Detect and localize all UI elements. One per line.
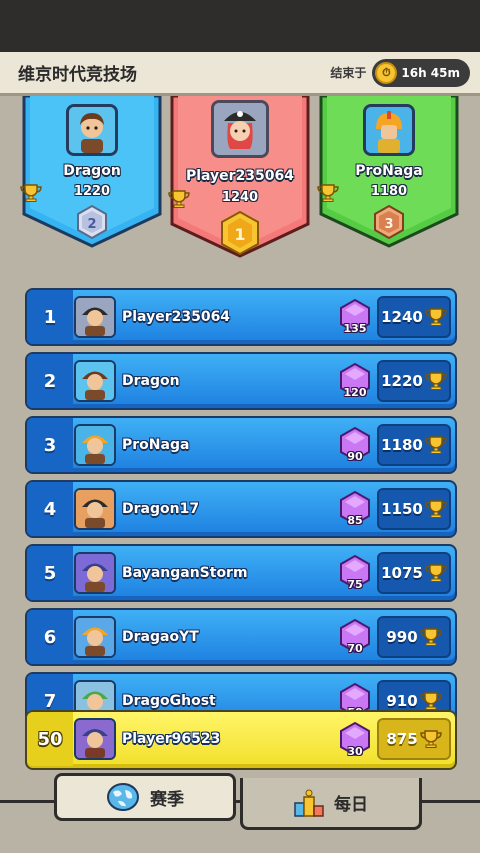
podium-third[interactable]: ProNaga 1180 3	[317, 96, 461, 256]
trophy-icon	[425, 564, 447, 582]
avatar	[74, 718, 116, 760]
trophy-icon	[425, 436, 447, 454]
row-score: 1240	[381, 308, 423, 326]
my-name: Player96523	[122, 731, 221, 747]
row-score: 990	[386, 628, 418, 646]
row-rank: 5	[43, 562, 57, 584]
avatar	[363, 104, 415, 156]
globe-icon	[107, 783, 139, 811]
row-gems: 85	[347, 514, 363, 527]
trophy-icon	[425, 308, 447, 326]
row-player-name: Dragon	[122, 373, 180, 389]
timer-label: 结束于	[330, 66, 367, 80]
rank-medal-silver: 2	[75, 204, 109, 242]
event-timer: 结束于 ⏱ 16h 45m	[330, 58, 470, 87]
timer-value: 16h 45m	[401, 65, 460, 80]
row-gems: 90	[347, 450, 363, 463]
row-score: 1075	[381, 564, 423, 582]
my-score: 875	[386, 730, 418, 748]
tab-daily-label: 每日	[334, 795, 368, 815]
podium-score-value: 1180	[370, 184, 408, 199]
trophy-icon	[20, 184, 42, 202]
avatar	[74, 552, 116, 594]
row-score-box: 1075	[377, 552, 451, 594]
page-title: 维京时代竞技场	[18, 65, 137, 85]
table-row[interactable]: 4 Dragon17 85 1150	[25, 480, 457, 538]
table-row[interactable]: 6 DragaoYT 70 990	[25, 608, 457, 666]
svg-text:2: 2	[87, 217, 96, 232]
tab-season-label: 赛季	[150, 789, 184, 810]
trophy-icon	[419, 628, 442, 646]
podium-second[interactable]: Dragon 1220 2	[20, 96, 164, 256]
row-score-box: 990	[377, 616, 451, 658]
trophy-icon	[317, 184, 339, 202]
podium-name: Player235064	[185, 168, 295, 184]
table-row[interactable]: 2 Dragon 120 1220	[25, 352, 457, 410]
podium-first[interactable]: Player235064 1240 1	[168, 96, 312, 266]
trophy-icon	[419, 692, 442, 710]
row-player-name: DragaoYT	[122, 629, 199, 645]
trophy-icon	[425, 372, 447, 390]
podium-score-value: 1240	[221, 190, 259, 205]
row-score-box: 1240	[377, 296, 451, 338]
svg-text:1: 1	[234, 225, 245, 244]
tab-daily[interactable]: 每日	[240, 778, 422, 830]
row-score-box: 1220	[377, 360, 451, 402]
podium-name: ProNaga	[355, 163, 423, 179]
row-score: 1150	[381, 500, 423, 518]
table-row[interactable]: 3 ProNaga 90 1180	[25, 416, 457, 474]
avatar	[66, 104, 118, 156]
podium-score: 1240	[168, 190, 312, 208]
row-player-name: BayanganStorm	[122, 565, 248, 581]
avatar	[74, 424, 116, 466]
row-player-name: Player235064	[122, 309, 231, 325]
row-rank: 4	[43, 498, 57, 520]
avatar	[74, 296, 116, 338]
tab-season[interactable]: 赛季	[54, 773, 236, 821]
row-player-name: ProNaga	[122, 437, 190, 453]
podium-score-value: 1220	[73, 184, 111, 199]
avatar	[74, 360, 116, 402]
trophy-icon	[425, 500, 447, 518]
header-bar: 维京时代竞技场 结束于 ⏱ 16h 45m	[0, 52, 480, 96]
my-rank-row[interactable]: 50 Player96523 30 875	[25, 710, 457, 770]
row-rank: 2	[43, 370, 57, 392]
my-rank: 50	[37, 728, 63, 750]
row-player-name: Dragon17	[122, 501, 200, 517]
podium-icon	[294, 789, 324, 817]
avatar	[211, 100, 269, 158]
avatar	[74, 488, 116, 530]
podium-name: Dragon	[63, 163, 121, 179]
timer-pill: ⏱ 16h 45m	[372, 58, 470, 87]
svg-text:3: 3	[384, 217, 393, 232]
table-row[interactable]: 5 BayanganStorm 75 1075	[25, 544, 457, 602]
row-rank: 3	[43, 434, 57, 456]
row-rank: 6	[43, 626, 57, 648]
row-score: 1180	[381, 436, 423, 454]
row-score-box: 1150	[377, 488, 451, 530]
clock-icon: ⏱	[375, 61, 398, 84]
table-row[interactable]: 1 Player235064 135 1240	[25, 288, 457, 346]
row-rank: 1	[43, 306, 57, 328]
rank-medal-bronze: 3	[372, 204, 406, 242]
row-score-box: 1180	[377, 424, 451, 466]
row-gems: 70	[347, 642, 363, 655]
my-gems: 30	[347, 745, 363, 758]
row-score: 1220	[381, 372, 423, 390]
avatar	[74, 616, 116, 658]
my-score-box: 875	[377, 718, 451, 760]
trophy-icon	[419, 730, 442, 748]
row-score: 910	[386, 692, 418, 710]
trophy-icon	[168, 190, 190, 208]
row-gems: 135	[343, 322, 367, 335]
row-gems: 75	[347, 578, 363, 591]
podium-score: 1220	[20, 184, 164, 202]
podium-score: 1180	[317, 184, 461, 202]
row-gems: 120	[343, 386, 367, 399]
rank-medal-gold: 1	[218, 210, 262, 260]
